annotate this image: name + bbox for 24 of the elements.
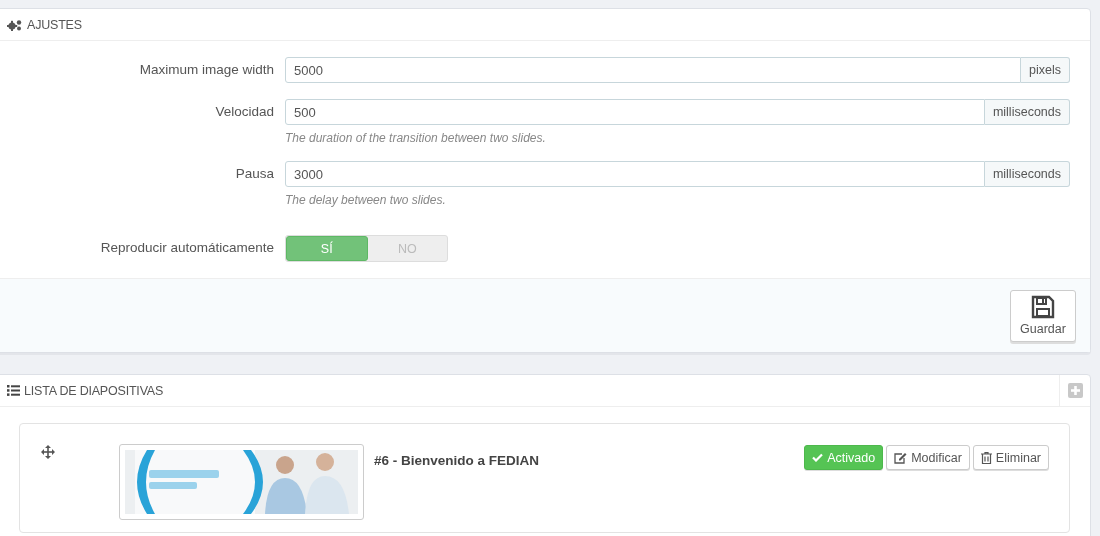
unit-addon: milliseconds <box>984 161 1070 187</box>
panel-title: AJUSTES <box>27 17 82 32</box>
unit-addon: milliseconds <box>984 99 1070 125</box>
edit-button[interactable]: Modificar <box>886 445 970 470</box>
edit-icon <box>894 451 908 464</box>
help-text: The duration of the transition between two slides. <box>285 131 547 145</box>
plus-icon <box>1067 383 1083 398</box>
panel-title: LISTA DE DIAPOSITIVAS <box>24 383 164 398</box>
move-icon[interactable] <box>41 445 55 459</box>
field-label: Maximum image width <box>138 61 274 79</box>
field-label: Pausa <box>234 165 274 183</box>
check-icon <box>812 453 824 462</box>
input-field[interactable]: 5000 <box>285 57 1022 83</box>
delete-button[interactable]: Eliminar <box>972 445 1049 470</box>
field-label: Reproducir automáticamente <box>99 239 274 257</box>
field-label: Velocidad <box>214 103 274 121</box>
input-field[interactable]: 500 <box>285 99 985 125</box>
slide-title: #6 - Bienvenido a FEDIAN <box>374 453 540 468</box>
help-text: The delay between two slides. <box>285 193 447 207</box>
trash-icon <box>980 451 992 464</box>
save-button[interactable]: Guardar <box>1010 289 1076 342</box>
list-icon <box>7 385 20 396</box>
unit-addon: pixels <box>1021 57 1070 83</box>
input-field[interactable]: 3000 <box>285 161 985 187</box>
